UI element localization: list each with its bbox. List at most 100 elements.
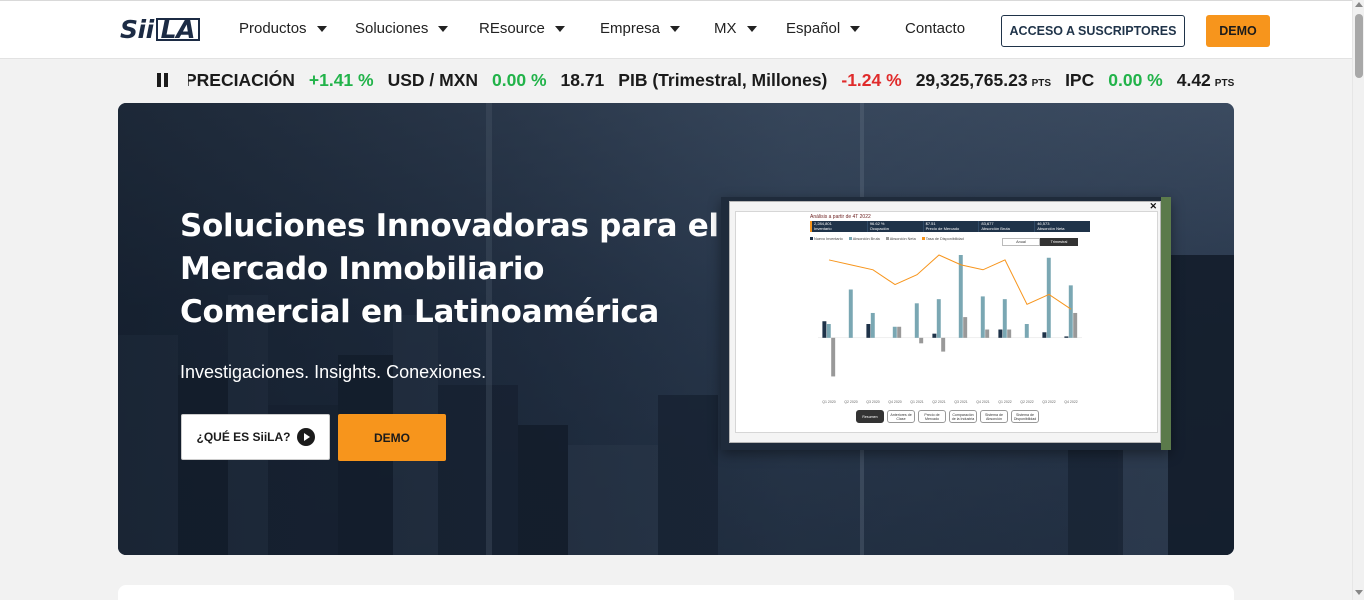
nav-item-country[interactable]: MX [714,20,757,37]
nav-item-productos[interactable]: Productos [239,20,327,37]
ticker-change: -1.24 % [841,70,902,90]
period-toggle: Anual Trimestral [1002,238,1078,246]
x-tick-label: Q3 2020 [866,400,879,404]
chart-bar [932,333,937,338]
map-strip [1161,197,1171,450]
nav-item-label: Español [786,20,841,37]
x-tick-label: Q2 2021 [932,400,945,404]
kpi-strip: 2,284,801 Inventario 96.62 % Ocupación $7.… [810,221,1090,232]
market-ticker: PRECIACIÓN +1.41 % USD / MXN 0.00 % 18.7… [188,66,1238,94]
nav-item-label: Empresa [600,20,661,37]
nav-item-empresa[interactable]: Empresa [600,20,681,37]
nav-item-resource[interactable]: REsource [479,20,565,37]
top-navbar: Sii LA Productos Soluciones REsource Empr… [0,0,1352,59]
x-tick-label: Q1 2022 [998,400,1011,404]
chart-bar [1064,336,1069,338]
play-icon [296,428,315,446]
x-tick-label: Q2 2020 [844,400,857,404]
x-tick-label: Q4 2021 [976,400,989,404]
chart-bar [963,317,968,338]
scrollbar-thumb[interactable] [1355,14,1363,78]
chart-bar [1002,299,1007,338]
kpi-item: 83,677 Absorción Bruta [978,221,1034,232]
tab-resumen[interactable]: Resumen [856,410,884,423]
x-tick-label: Q4 2022 [1064,400,1077,404]
toggle-quarterly[interactable]: Trimestral [1040,238,1078,246]
what-is-siila-button[interactable]: ¿QUÉ ES SiiLA? [181,414,330,460]
dashboard-title: Análisis a partir de 4T 2022 [810,214,871,220]
ticker-label: USD / MXN [387,70,479,90]
chart-bar [831,337,836,377]
ticker-value: 29,325,765.23 PTS [915,70,1052,90]
ticker-change: 0.00 % [492,70,547,90]
tab-absorcion[interactable]: Sistema de Absorción [980,410,1008,423]
ticker-value: 4.42 PTS [1176,70,1235,90]
dashboard-panel: Análisis a partir de 4T 2022 2,284,801 In… [735,211,1158,433]
nav-item-contacto[interactable]: Contacto [905,20,965,37]
x-tick-label: Q4 2020 [888,400,901,404]
legend-item: Tasa de Disponibilidad [921,237,964,241]
tab-disponibilidad[interactable]: Sistema de Disponibilidad [1011,410,1039,423]
chevron-down-icon [746,25,757,32]
chart-bar [958,255,963,338]
hero-subtitle: Investigaciones. Insights. Conexiones. [180,362,487,382]
nav-item-label: Productos [239,20,307,37]
chart-bar [866,324,871,338]
x-tick-label: Q1 2021 [910,400,923,404]
kpi-item: $7.51 Precio de Mercado [922,221,979,232]
ticker-change: +1.41 % [308,70,374,90]
hero-demo-button[interactable]: DEMO [338,414,446,461]
demo-button[interactable]: DEMO [1206,15,1270,47]
chart-bar [985,329,990,338]
chart-bar [1068,285,1073,338]
page-scrollbar[interactable] [1352,0,1364,600]
legend-item: Nuevo Inventario [810,237,843,241]
chart-bar [1024,324,1029,338]
nav-item-label: Contacto [905,20,966,37]
next-section-card [118,585,1234,600]
toggle-annual[interactable]: Anual [1002,238,1040,246]
ticker-label: PIB (Trimestral, Millones) [618,70,828,90]
kpi-item: 2,284,801 Inventario [810,221,867,232]
what-is-siila-label: ¿QUÉ ES SiiLA? [196,430,291,444]
kpi-item: 96.62 % Ocupación [866,221,923,232]
dashboard-tabs: Resumen Anteriores de Clase Precio de Me… [856,410,1039,423]
kpi-item: 46,573 Absorción Neta [1034,221,1090,232]
chart-bar [941,337,946,352]
chart-bar [892,326,897,338]
ticker-label: IPC [1065,70,1095,90]
nav-item-label: REsource [479,20,545,37]
scroll-down-arrow-icon[interactable] [1355,590,1363,595]
nav-item-language[interactable]: Español [786,20,861,37]
chevron-down-icon [438,25,449,32]
chart-bar [1046,257,1051,338]
chart-bar [919,337,924,344]
nav-item-soluciones[interactable]: Soluciones [355,20,449,37]
absorption-chart: Q1 2020 Q2 2020 Q3 2020 Q4 2020 Q1 2021 Q2 20… [818,254,1082,404]
availability-line [828,254,1072,310]
ticker-pause-icon[interactable] [157,73,169,87]
nav-item-label: Soluciones [355,20,429,37]
chart-bar [1073,312,1078,338]
ticker-unit: PTS [1031,78,1052,89]
dashboard-preview: ✕ Análisis a partir de 4T 2022 2,284,801… [721,197,1171,450]
siila-logo[interactable]: Sii LA [120,17,200,43]
x-tick-label: Q3 2021 [954,400,967,404]
tab-comparacion[interactable]: Comparación de la Industria [949,410,977,423]
chevron-down-icon [670,25,681,32]
tab-anteriores[interactable]: Anteriores de Clase [887,410,915,423]
chart-bar [1007,329,1012,338]
dashboard-window: ✕ Análisis a partir de 4T 2022 2,284,801… [729,201,1161,443]
legend-item: Absorción Neta [885,237,916,241]
ticker-change: 0.00 % [1108,70,1163,90]
chart-bar [980,296,985,338]
subscriber-access-button[interactable]: ACCESO A SUSCRIPTORES [1001,15,1185,47]
nav-item-label: MX [714,20,737,37]
ticker-unit: PTS [1214,78,1235,89]
chevron-down-icon [850,25,861,32]
tab-precio[interactable]: Precio de Mercado [918,410,946,423]
x-tick-label: Q3 2022 [1042,400,1055,404]
scroll-up-arrow-icon[interactable] [1355,2,1363,7]
chart-bar [870,312,875,338]
chart-bar [826,324,831,338]
